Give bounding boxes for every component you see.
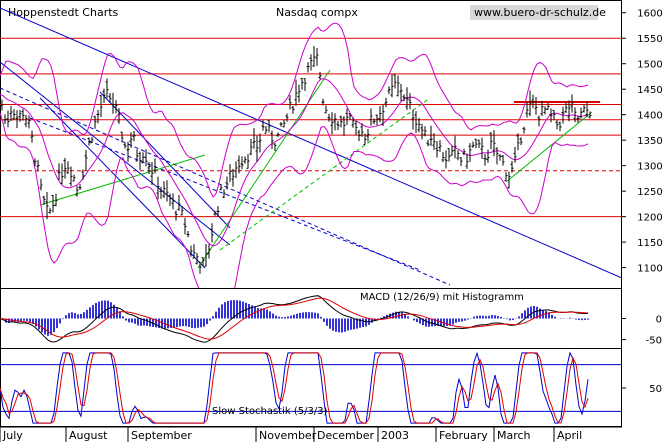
trend-line [219,97,431,251]
macd-label: MACD (12/26/9) mit Histogramm [360,292,524,303]
source-label: Hoppenstedt Charts [8,6,119,19]
nasdaq-chart: Hoppenstedt Charts Nasdaq compx www.buer… [0,0,663,442]
month-label: December [317,429,375,442]
month-label: July [2,429,23,442]
price-tick-label: 1350 [637,136,662,147]
macd-tick-label: -50 [646,336,662,347]
stochastic-tick-label: 50 [649,384,662,395]
month-label: March [497,429,531,442]
trend-line [0,7,622,279]
month-label: November [259,429,317,442]
month-label: September [131,429,192,442]
price-tick-label: 1500 [637,60,662,71]
price-tick-label: 1600 [637,9,662,20]
price-tick-label: 1150 [637,238,662,249]
stochastic-axis: 50 [622,384,662,395]
price-bars [0,46,592,274]
trend-lines [0,7,622,286]
bollinger-lower [0,112,589,288]
trend-line [197,69,331,269]
month-label: August [69,429,108,442]
trend-line [39,97,206,269]
price-tick-label: 1450 [637,85,662,96]
month-axis: July August September November December 2003 F… [0,426,622,442]
price-tick-label: 1400 [637,111,662,122]
month-label: February [439,429,488,442]
macd-tick-label: 0 [656,315,662,326]
month-label: 2003 [381,429,409,442]
price-tick-label: 1100 [637,264,662,275]
price-axis: 1100 1150 1200 1250 1300 1350 1400 1450 1500 1550… [622,9,663,275]
macd-signal-line [0,297,589,340]
trend-line [0,61,231,246]
website-label: www.buero-dr-schulz.de [474,6,606,19]
price-tick-label: 1250 [637,187,662,198]
price-tick-label: 1550 [637,34,662,45]
price-tick-label: 1300 [637,162,662,173]
price-tick-label: 1200 [637,213,662,224]
bollinger-bands [0,22,589,288]
stochastic-label: Slow Stochastik (5/3/3) [212,406,328,417]
macd-axis: 0 -50 [622,315,662,347]
month-label: April [557,429,582,442]
trend-line [505,111,593,183]
chart-title: Nasdaq compx [276,6,358,19]
